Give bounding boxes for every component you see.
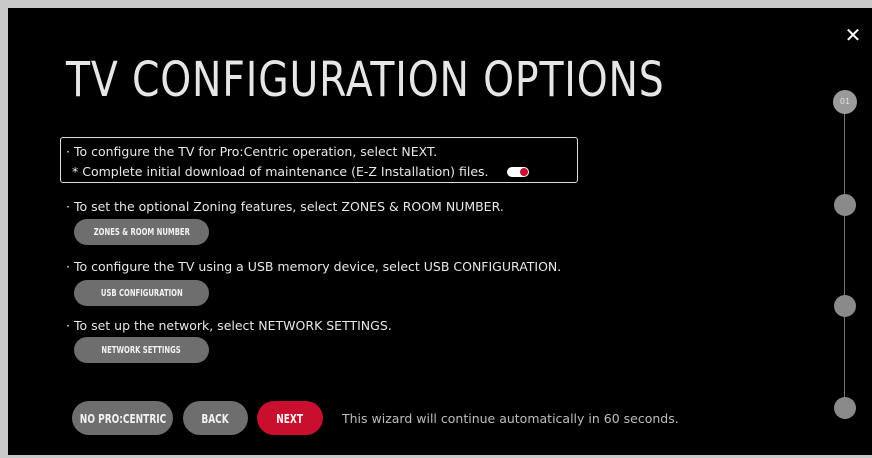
zones-room-number-label: ZONES & ROOM NUMBER xyxy=(93,226,190,238)
network-settings-button[interactable]: NETWORK SETTINGS xyxy=(74,337,209,363)
step-indicator xyxy=(834,194,856,216)
ez-installation-note: * Complete initial download of maintenan… xyxy=(72,164,489,179)
usb-configuration-button[interactable]: USB CONFIGURATION xyxy=(74,280,209,306)
zoning-instruction: · To set the optional Zoning features, s… xyxy=(66,199,504,214)
step-indicator xyxy=(834,295,856,317)
no-procentric-button[interactable]: NO PRO:CENTRIC xyxy=(72,401,173,435)
page-title: TV CONFIGURATION OPTIONS xyxy=(66,52,665,108)
network-settings-label: NETWORK SETTINGS xyxy=(101,344,182,356)
close-icon[interactable]: ✕ xyxy=(842,24,864,46)
auto-continue-message: This wizard will continue automatically … xyxy=(342,411,679,426)
step-indicator xyxy=(834,397,856,419)
step-progress-track xyxy=(844,102,845,408)
back-label: BACK xyxy=(201,410,230,426)
wizard-screen: ✕ TV CONFIGURATION OPTIONS · To configur… xyxy=(8,8,872,455)
next-label: NEXT xyxy=(276,410,304,426)
zones-room-number-button[interactable]: ZONES & ROOM NUMBER xyxy=(74,219,209,245)
network-instruction: · To set up the network, select NETWORK … xyxy=(66,318,392,333)
procentric-instruction: · To configure the TV for Pro:Centric op… xyxy=(66,144,438,159)
back-button[interactable]: BACK xyxy=(183,401,248,435)
usb-configuration-label: USB CONFIGURATION xyxy=(100,287,183,299)
usb-instruction: · To configure the TV using a USB memory… xyxy=(66,259,562,274)
no-procentric-label: NO PRO:CENTRIC xyxy=(79,410,166,426)
next-button[interactable]: NEXT xyxy=(257,401,323,435)
step-indicator-current: 01 xyxy=(833,90,857,114)
toggle-knob xyxy=(520,168,528,176)
ez-installation-toggle[interactable] xyxy=(507,167,529,177)
